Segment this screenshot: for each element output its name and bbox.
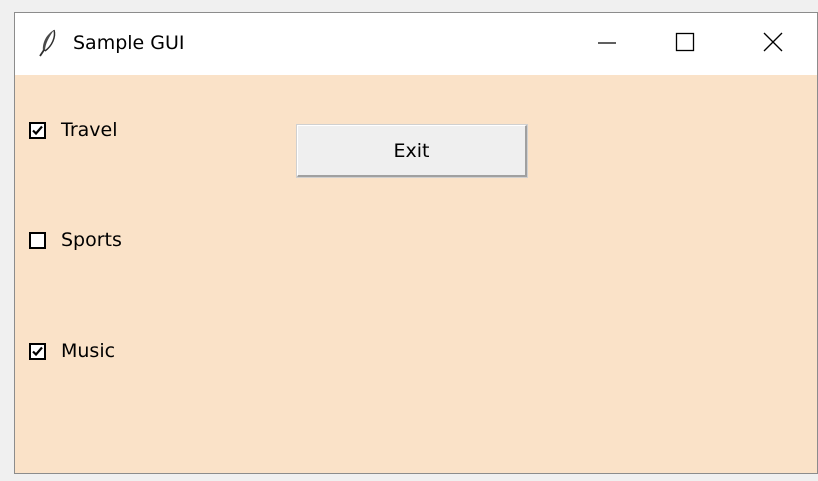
close-button[interactable] <box>729 13 817 75</box>
checkmark-icon <box>32 125 43 135</box>
maximize-button[interactable] <box>641 13 729 75</box>
checkbox-travel[interactable]: Travel <box>29 117 117 143</box>
maximize-icon <box>674 31 696 57</box>
feather-icon <box>37 29 59 57</box>
app-window: Sample GUI Travel Sports Music Exit <box>14 12 818 474</box>
checkbox-label: Music <box>61 340 116 362</box>
minimize-button[interactable] <box>563 13 651 75</box>
title-bar[interactable]: Sample GUI <box>15 13 817 75</box>
minimize-icon <box>596 31 618 57</box>
checkbox-label: Travel <box>61 119 118 141</box>
checkbox-box[interactable] <box>29 231 46 249</box>
checkbox-box[interactable] <box>29 342 46 360</box>
checkbox-sports[interactable]: Sports <box>29 227 122 253</box>
checkbox-music[interactable]: Music <box>29 338 115 364</box>
window-title: Sample GUI <box>73 32 185 54</box>
checkbox-box[interactable] <box>29 121 46 139</box>
exit-button[interactable]: Exit <box>296 124 528 178</box>
checkbox-label: Sports <box>61 229 122 251</box>
checkmark-icon <box>32 346 43 356</box>
close-icon <box>762 31 784 57</box>
